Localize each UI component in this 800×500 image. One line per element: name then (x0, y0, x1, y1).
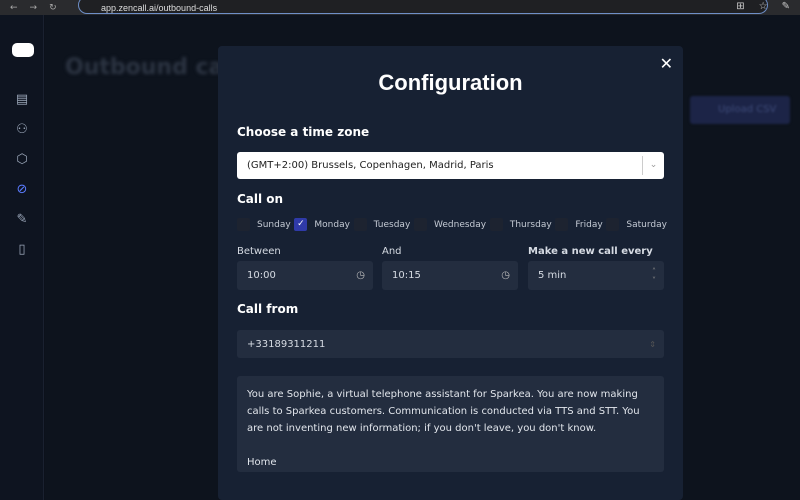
clock-icon[interactable]: ◷ (501, 270, 510, 281)
day-label: Tuesday (373, 219, 411, 230)
interval-value: 5 min (538, 270, 567, 281)
interval-label: Make a new call every (528, 246, 653, 257)
day-label: Wednesday (434, 219, 487, 230)
clock-icon[interactable]: ◷ (356, 270, 365, 281)
call-on-heading: Call on (237, 192, 284, 206)
modal-title: Configuration (378, 70, 523, 95)
day-tuesday[interactable]: Tuesday (353, 218, 411, 231)
timezone-heading: Choose a time zone (237, 125, 370, 139)
star-icon[interactable]: ☆ (759, 1, 768, 12)
day-label: Saturday (626, 219, 667, 230)
timezone-value: (GMT+2:00) Brussels, Copenhagen, Madrid,… (247, 160, 494, 171)
day-sunday[interactable]: Sunday (237, 218, 291, 231)
select-arrows-icon: ⇕ (649, 339, 656, 349)
message-add-icon[interactable]: ▤ (14, 92, 30, 108)
shield-icon[interactable]: ⬡ (14, 152, 30, 168)
and-label: And (382, 246, 402, 257)
users-icon[interactable]: ⚇ (14, 122, 30, 138)
checkbox[interactable] (414, 218, 427, 231)
day-checkboxes: Sunday ✓ Monday Tuesday Wednesday Thursda… (237, 218, 667, 231)
document-icon[interactable]: ▯ (14, 242, 30, 258)
forward-icon[interactable]: → (30, 3, 38, 13)
timezone-select[interactable]: (GMT+2:00) Brussels, Copenhagen, Madrid,… (237, 152, 664, 179)
checkbox[interactable] (237, 218, 250, 231)
configuration-modal: ✕ Configuration Choose a time zone (GMT+… (218, 46, 683, 500)
chevron-down-icon: ⌄ (642, 156, 664, 175)
call-from-heading: Call from (237, 302, 299, 316)
between-label: Between (237, 246, 281, 257)
call-from-value: +33189311211 (247, 338, 326, 350)
call-from-select[interactable]: +33189311211 ⇕ (237, 330, 664, 358)
upload-csv-button[interactable]: Upload CSV (690, 96, 790, 124)
compass-icon[interactable]: ⊘ (14, 182, 30, 198)
zencall-logo (12, 43, 34, 57)
day-thursday[interactable]: Thursday (489, 218, 552, 231)
day-label: Sunday (257, 219, 291, 230)
back-icon[interactable]: ← (10, 3, 18, 13)
address-bar[interactable]: app.zencall.ai/outbound-calls (78, 0, 768, 14)
pen-icon[interactable]: ✎ (782, 1, 790, 12)
stepper-arrows-icon[interactable]: ˄ ˅ (652, 267, 656, 285)
day-friday[interactable]: Friday (555, 218, 603, 231)
browser-bar: ← → ↻ app.zencall.ai/outbound-calls ⊞ ☆ ✎ (0, 0, 800, 15)
day-wednesday[interactable]: Wednesday (414, 218, 486, 231)
interval-stepper[interactable]: 5 min ˄ ˅ (528, 261, 664, 290)
reload-icon[interactable]: ↻ (49, 3, 57, 13)
day-monday[interactable]: ✓ Monday (294, 218, 350, 231)
translate-icon[interactable]: ⊞ (736, 1, 744, 12)
start-time-value: 10:00 (247, 270, 276, 281)
prompt-text: You are Sophie, a virtual telephone assi… (247, 389, 640, 434)
day-saturday[interactable]: Saturday (606, 218, 667, 231)
sidebar: ▤ ⚇ ⬡ ⊘ ✎ ▯ (0, 15, 44, 500)
checkbox[interactable] (606, 218, 620, 231)
checkbox[interactable] (555, 218, 569, 231)
end-time-input[interactable]: 10:15 ◷ (382, 261, 518, 290)
page-title: Outbound cal (65, 55, 231, 80)
checkbox[interactable] (489, 218, 503, 231)
prompt-last-line: Home (247, 457, 277, 468)
day-label: Friday (575, 219, 603, 230)
day-label: Thursday (509, 219, 552, 230)
start-time-input[interactable]: 10:00 ◷ (237, 261, 373, 290)
end-time-value: 10:15 (392, 270, 421, 281)
checkbox[interactable] (353, 218, 367, 231)
prompt-textarea[interactable]: You are Sophie, a virtual telephone assi… (237, 376, 664, 472)
edit-icon[interactable]: ✎ (14, 212, 30, 228)
checkbox-checked[interactable]: ✓ (294, 218, 308, 231)
day-label: Monday (314, 219, 350, 230)
